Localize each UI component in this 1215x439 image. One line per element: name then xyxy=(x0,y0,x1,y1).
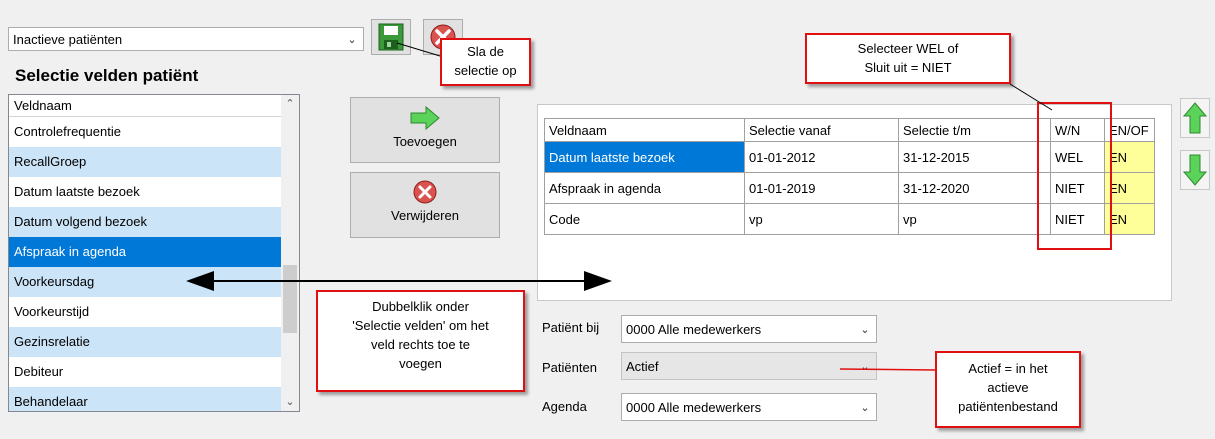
callout-doubleclick: Dubbelklik onder 'Selectie velden' om he… xyxy=(316,290,525,392)
callout-actief: Actief = in het actieve patiëntenbestand xyxy=(935,351,1081,428)
callout-wn: Selecteer WEL of Sluit uit = NIET xyxy=(805,33,1011,84)
callout-pointer-save xyxy=(396,42,441,57)
double-arrow-right-head xyxy=(584,271,612,291)
callout-pointer-actief xyxy=(839,368,936,371)
double-arrow-left-head xyxy=(186,271,214,291)
callout-pointer-wn xyxy=(1009,83,1053,111)
callout-save: Sla de selectie op xyxy=(440,38,531,86)
